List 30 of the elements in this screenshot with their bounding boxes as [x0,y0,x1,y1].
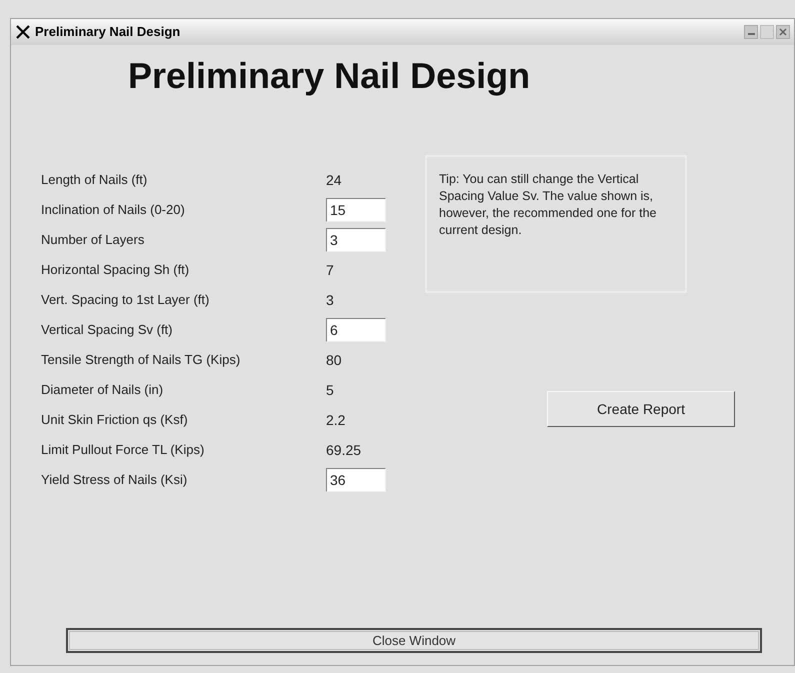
field-value: 7 [326,260,334,280]
input-field[interactable]: 3 [326,228,386,252]
field-label: Number of Layers [41,231,146,250]
field-value: 80 [326,350,342,370]
field-label: Limit Pullout Force TL (Kips) [41,441,206,460]
field-label: Horizontal Spacing Sh (ft) [41,261,190,280]
input-field[interactable]: 36 [326,468,386,492]
window-title: Preliminary Nail Design [35,23,180,42]
input-field[interactable]: 15 [326,198,386,222]
field-label: Yield Stress of Nails (Ksi) [41,471,188,490]
tip-text: Tip: You can still change the Vertical Spacing Value Sv. The value shown is, however, the recommended one for the current design. [425,155,687,293]
input-field[interactable]: 6 [326,318,386,342]
close-icon[interactable] [776,25,790,39]
field-value: 69.25 [326,440,362,460]
field-label: Vertical Spacing Sv (ft) [41,321,174,340]
page-heading: Preliminary Nail Design [128,54,532,98]
close-window-button[interactable]: Close Window [66,628,762,653]
field-label: Vert. Spacing to 1st Layer (ft) [41,291,210,310]
app-icon [15,24,31,40]
field-label: Inclination of Nails (0-20) [41,201,186,220]
field-value: 2.2 [326,410,346,430]
create-report-button[interactable]: Create Report [547,391,735,427]
field-value: 3 [326,290,334,310]
field-label: Tensile Strength of Nails TG (Kips) [41,351,242,370]
minimize-button[interactable] [744,25,758,39]
field-value: 24 [326,170,342,190]
field-value: 5 [326,380,334,400]
field-label: Diameter of Nails (in) [41,381,164,400]
field-label: Length of Nails (ft) [41,171,148,190]
field-label: Unit Skin Friction qs (Ksf) [41,411,189,430]
